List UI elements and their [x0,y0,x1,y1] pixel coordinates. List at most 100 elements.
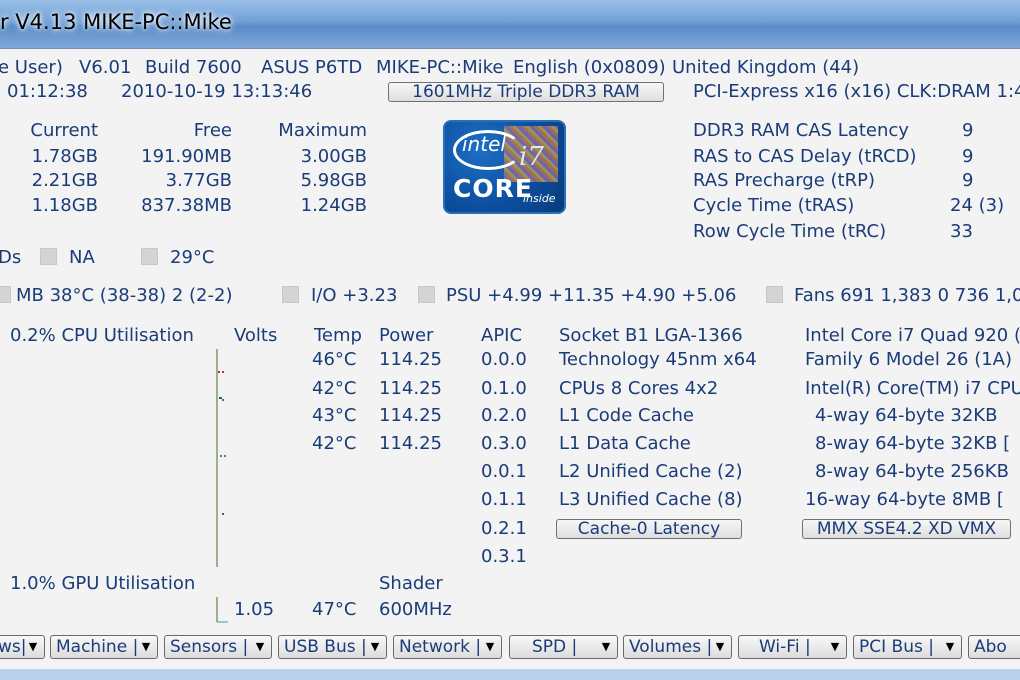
apic-id: 0.1.1 [481,489,527,510]
apic-id: 0.2.1 [481,518,527,539]
cpu-socket-text: Socket B1 LGA-1366 [559,325,743,346]
mb-temp-text: MB 38°C (38-38) 2 (2-2) [16,285,233,306]
cpu-technology-text: Technology 45nm x64 [559,349,757,370]
timing-value: 24 (3) [950,195,1005,216]
memory-cell: 1.24GB [300,195,367,216]
psu-voltage-text: PSU +4.99 +11.35 +4.90 +5.06 [446,285,737,306]
tab-volumes[interactable]: Volumes | ▼ [623,635,732,659]
memory-header-maximum: Maximum [278,120,367,141]
title-bar[interactable]: r V4.13 MIKE-PC::Mike [0,0,1020,48]
optical-drives-text: Ds [0,247,22,268]
graph-point [220,455,222,457]
core-power: 114.25 [379,433,442,454]
memory-cell: 1.78GB [31,146,98,167]
core-power: 114.25 [379,405,442,426]
sensor-checkbox[interactable] [282,286,299,303]
graph-point [224,455,226,457]
os-build-text: Build 7600 [145,57,242,78]
sensor-checkbox[interactable] [141,248,158,265]
apic-id: 0.2.0 [481,405,527,426]
memory-header-current: Current [30,120,98,141]
core-power: 114.25 [379,378,442,399]
sensor-checkbox[interactable] [40,248,57,265]
cpu-count-text: CPUs 8 Cores 4x2 [559,378,719,399]
gpu-clock: 600MHz [379,599,452,620]
gpu-volts: 1.05 [234,599,275,620]
chevron-down-icon: ▼ [370,640,380,653]
l1-data-cache-text: L1 Data Cache [559,433,691,454]
motherboard-text: ASUS P6TD [261,57,363,78]
tab-machine[interactable]: Machine | ▼ [50,635,158,659]
memory-header-free: Free [193,120,232,141]
language-text: English (0x0809) [513,57,666,78]
ram-info-button[interactable]: 1601MHz Triple DDR3 RAM [388,82,664,102]
temp-header: Temp [314,325,362,346]
graph-point [222,513,224,515]
graph-point [222,399,224,401]
timing-label: RAS to CAS Delay (tRCD) [693,146,917,167]
sensor-checkbox[interactable] [766,286,783,303]
graph-point [222,371,224,373]
timing-label: Row Cycle Time (tRC) [693,221,887,242]
cpu-brand-text: Intel(R) Core(TM) i7 CPU [805,378,1020,399]
timing-value: 9 [962,146,974,167]
gpu-temp: 47°C [312,599,357,620]
os-version-text: V6.01 [79,57,132,78]
power-header: Power [379,325,434,346]
timing-value: 9 [962,120,974,141]
core-temp: 43°C [312,405,357,426]
cache-latency-button[interactable]: Cache-0 Latency [556,519,742,539]
cpu-core-graphs [216,349,226,567]
sensor-na-text: NA [69,247,95,268]
l1-code-cache-text: L1 Code Cache [559,405,694,426]
window-title: r V4.13 MIKE-PC::Mike [0,10,232,34]
timing-label: Cycle Time (tRAS) [693,195,855,216]
memory-cell: 1.18GB [31,195,98,216]
core-temp: 42°C [312,378,357,399]
sensor-checkbox[interactable] [418,286,435,303]
tab-sensors[interactable]: Sensors | ▼ [164,635,272,659]
user-mode-text: e User) [0,57,63,78]
tab-usb-bus[interactable]: USB Bus | ▼ [278,635,387,659]
graph-point [219,397,222,399]
datetime-text: 2010-10-19 13:13:46 [121,81,313,102]
sensor-checkbox[interactable] [0,286,11,303]
l3-cache-size: 16-way 64-byte 8MB [ [805,489,1004,510]
memory-cell: 837.38MB [141,195,232,216]
chevron-down-icon: ▼ [945,640,955,653]
apic-id: 0.0.0 [481,349,527,370]
pci-express-text: PCI-Express x16 (x16) CLK:DRAM 1:4 [693,81,1020,102]
l1-code-cache-size: 4-way 64-byte 32KB [815,405,998,426]
tab-about[interactable]: Abo [968,635,1020,659]
io-voltage-text: I/O +3.23 [311,285,398,306]
cpu-family-text: Family 6 Model 26 (1A) [805,349,1013,370]
tab-wifi[interactable]: Wi-Fi | ▼ [738,635,847,659]
cpu-name-text: Intel Core i7 Quad 920 ( [805,325,1020,346]
tab-windows[interactable]: ws| ▼ [0,635,45,659]
l1-data-cache-size: 8-way 64-byte 32KB [ [815,433,1011,454]
tab-spd[interactable]: SPD | ▼ [509,635,618,659]
memory-cell: 5.98GB [300,170,367,191]
gpu-graph [216,597,228,623]
core-temp: 42°C [312,433,357,454]
memory-cell: 191.90MB [141,146,232,167]
tab-network[interactable]: Network | ▼ [393,635,502,659]
computer-name-text: MIKE-PC::Mike [376,57,504,78]
core-temp: 46°C [312,349,357,370]
uptime-text: 01:12:38 [7,81,88,102]
shader-header: Shader [379,573,443,594]
chevron-down-icon: ▼ [830,640,840,653]
tab-pci-bus[interactable]: PCI Bus | ▼ [853,635,962,659]
apic-id: 0.1.0 [481,378,527,399]
apic-header: APIC [481,325,523,346]
memory-cell: 3.77GB [165,170,232,191]
country-text: United Kingdom (44) [672,57,860,78]
gpu-utilisation-text: 1.0% GPU Utilisation [10,573,196,594]
cpu-utilisation-text: 0.2% CPU Utilisation [10,325,194,346]
l2-cache-text: L2 Unified Cache (2) [559,461,743,482]
client-area: e User) V6.01 Build 7600 ASUS P6TD MIKE-… [0,48,1020,680]
apic-id: 0.3.0 [481,433,527,454]
core-power: 114.25 [379,349,442,370]
timing-value: 9 [962,170,974,191]
cpu-features-button[interactable]: MMX SSE4.2 XD VMX [802,519,1011,539]
